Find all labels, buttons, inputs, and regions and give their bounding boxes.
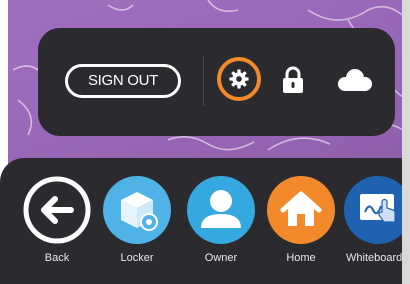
dock-label-home: Home: [286, 252, 316, 264]
dock-item-back[interactable]: Back: [19, 176, 95, 276]
gear-icon: [229, 69, 249, 89]
whiteboard-button[interactable]: [344, 176, 410, 244]
cloud-icon: [338, 69, 372, 91]
panel-divider: [203, 56, 204, 106]
locker-box-icon: [121, 192, 158, 231]
sign-out-button[interactable]: SIGN OUT: [65, 64, 181, 98]
dock-item-home[interactable]: Home: [263, 176, 339, 276]
dock-item-owner[interactable]: Owner: [183, 176, 259, 276]
app-dock: Back Locker Owner Home Whiteboard: [0, 158, 410, 284]
launcher-screen: SIGN OUT Back Locker Owner Home Whiteboa…: [0, 0, 410, 284]
quick-settings-panel: SIGN OUT: [38, 28, 395, 136]
dock-item-locker[interactable]: Locker: [99, 176, 175, 276]
arrow-left-icon: [23, 176, 91, 244]
owner-button[interactable]: [187, 176, 255, 244]
house-icon: [280, 191, 322, 226]
locker-button[interactable]: [103, 176, 171, 244]
dock-label-owner: Owner: [204, 252, 238, 264]
lock-button[interactable]: [281, 66, 305, 94]
person-icon: [201, 190, 241, 228]
cloud-button[interactable]: [336, 68, 374, 94]
back-button[interactable]: [23, 176, 91, 244]
dock-label-whiteboard: Whiteboard: [346, 252, 403, 264]
dock-label-back: Back: [44, 252, 70, 264]
settings-button[interactable]: [217, 57, 261, 101]
whiteboard-hand-icon: [360, 194, 396, 223]
lock-icon: [283, 66, 303, 93]
dock-item-whiteboard[interactable]: Whiteboard: [340, 176, 410, 276]
screen-edge: [402, 0, 410, 284]
dock-label-locker: Locker: [120, 252, 154, 264]
home-button[interactable]: [267, 176, 335, 244]
